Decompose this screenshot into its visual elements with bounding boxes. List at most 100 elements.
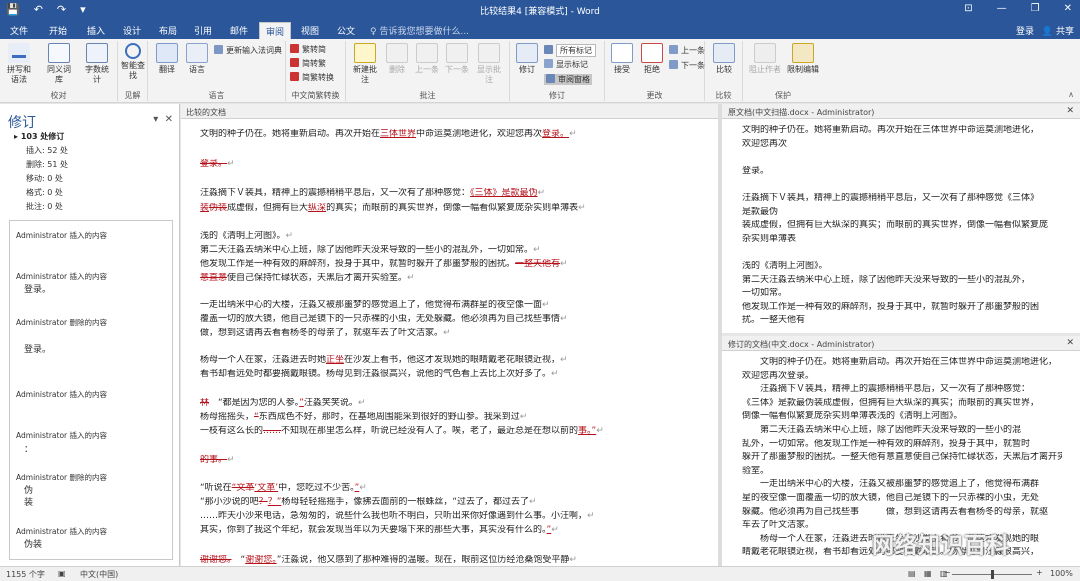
read-mode-icon[interactable]: ▤ (908, 569, 916, 578)
document-line[interactable]: 验室。 (742, 466, 1062, 477)
tab-file[interactable]: 文件 (10, 24, 28, 37)
tab-mailings[interactable]: 邮件 (230, 24, 248, 37)
revised-doc-close-icon[interactable]: ✕ (1066, 338, 1074, 348)
update-ime-dictionary-button[interactable]: 更新输入法词典 (214, 45, 282, 56)
minimize-icon[interactable]: — (997, 3, 1007, 14)
language-button[interactable]: 语言 (182, 43, 212, 75)
revision-entry[interactable]: Administrator 插入的内容 登录。 (16, 271, 107, 295)
document-line[interactable]: 星的夜空像一面覆盖一切的放大镜，他自己是镜下的一只赤裸的小虫，无处 (742, 493, 1062, 504)
document-line[interactable]: 扰。一整天他有 (742, 315, 1062, 326)
document-line[interactable]: “听说在“文革‘文革’中，您吃过不少苦。”↵ (200, 483, 705, 494)
document-line[interactable]: 的事。↵ (200, 455, 705, 466)
previous-change-button[interactable]: 上一条 (669, 45, 705, 56)
zoom-slider-thumb[interactable] (991, 570, 994, 579)
markup-dropdown[interactable]: 所有标记 (544, 44, 596, 57)
reject-button[interactable]: 拒绝 (637, 43, 667, 75)
document-line[interactable]: 文明的种子仍在。她将重新启动。再次开始在三体世界中命运莫测地进化，欢迎您再次登录… (200, 129, 705, 140)
tab-insert[interactable]: 插入 (87, 24, 105, 37)
revisions-list[interactable]: Administrator 插入的内容 Administrator 插入的内容登… (9, 220, 173, 560)
revision-entry[interactable]: Administrator 插入的内容 (16, 230, 107, 241)
pane-options-icon[interactable]: ▾ (153, 114, 158, 125)
ribbon-display-icon[interactable]: ⊡ (964, 3, 972, 14)
document-line[interactable]: 林 “都是因为您的人参。”汪淼笑笑说。↵ (200, 398, 705, 409)
revision-entry[interactable]: Administrator 插入的内容 (16, 389, 107, 400)
show-comments-button[interactable]: 显示批注 (474, 43, 504, 85)
document-line[interactable]: 意直意使自己保持忙碌状态，天黑后才离开实验室。↵ (200, 273, 705, 284)
document-line[interactable]: 登录。↵ (200, 159, 705, 170)
document-line[interactable]: 文明的种子仍在。她将重新启动。再次开始在三体世界中命运莫测地进化， (742, 357, 1062, 368)
trad-to-simp-button[interactable]: 繁转简 (290, 44, 326, 55)
revision-entry[interactable]: Administrator 插入的内容 伪装 (16, 526, 107, 550)
document-line[interactable]: 一切如常。 (742, 288, 1062, 299)
document-line[interactable]: 第二天汪淼去纳米中心上班，除了因他昨天没来导致的一些小的混乱外， (742, 275, 1062, 286)
pane-close-icon[interactable]: ✕ (165, 114, 173, 125)
document-line[interactable]: 是款最伪 (742, 207, 1062, 218)
print-layout-icon[interactable]: ▦ (924, 569, 932, 578)
track-changes-button[interactable]: 修订 (512, 43, 542, 75)
document-line[interactable]: 第二天汪淼去纳米中心上班，除了因他昨天没来导致的一些小的混乱外，一切如常。↵ (200, 245, 705, 256)
translate-button[interactable]: 翻译 (152, 43, 182, 75)
document-line[interactable]: 装成虚假，但拥有巨大纵深的真实；而眼前的真实世界，倒像一幅看似繁复庞 (742, 220, 1062, 231)
document-line[interactable]: 他发现工作是一种有效的麻醉剂，投身于其中，就暂时躲开了那噩梦般的困 (742, 302, 1062, 313)
document-line[interactable]: 杂实则单薄表 (742, 234, 1062, 245)
share-button[interactable]: 👤 共享 (1042, 24, 1074, 37)
word-count-button[interactable]: 字数统计 (82, 43, 112, 85)
document-line[interactable]: 杨母一个人在家，汪淼进去时她正坐在沙发上看书，他这才发现她的眼睛戴老花眼镜近视，… (200, 355, 705, 366)
login-link[interactable]: 登录 (1016, 24, 1034, 37)
revision-entry[interactable]: Administrator 删除的内容伪 (16, 472, 107, 496)
original-document[interactable]: 文明的种子仍在。她将重新启动。再次开始在三体世界中命运莫测地进化， 欢迎您再次 登录… (722, 119, 1080, 333)
revision-entry[interactable]: Administrator 插入的内容 ： (16, 430, 107, 455)
compared-document[interactable]: 文明的种子仍在。她将重新启动。再次开始在三体世界中命运莫测地进化，欢迎您再次登录… (181, 119, 718, 566)
document-line[interactable]: 其实，你到了我这个年纪，就会发现当年以为天要塌下来的那些大事，其实没有什么的。”… (200, 525, 705, 536)
revision-count[interactable]: ▸ 103 处修订 (14, 131, 64, 142)
collapse-ribbon-icon[interactable]: ∧ (1068, 90, 1074, 99)
document-line[interactable]: 浅的《清明上河图》。↵ (200, 231, 705, 242)
simp-to-trad-button[interactable]: 简转繁 (290, 58, 326, 69)
delete-comment-button[interactable]: 删除 (382, 43, 412, 75)
restrict-editing-button[interactable]: 限制编辑 (785, 43, 821, 75)
smart-lookup-button[interactable]: 智能查找 (118, 43, 148, 81)
document-line[interactable]: 文明的种子仍在。她将重新启动。再次开始在三体世界中命运莫测地进化， (742, 125, 1062, 136)
proofing-status-icon[interactable]: ▣ (58, 569, 66, 578)
document-line[interactable]: 装伪装成虚假，但拥有巨大纵深的真实；而眼前的真实世界，倒像一幅看似繁复庞杂实则单… (200, 203, 705, 214)
document-line[interactable]: 第二天汪淼去纳米中心上班，除了因他昨天没来导致的一些小的混 (742, 425, 1062, 436)
tab-layout[interactable]: 布局 (159, 24, 177, 37)
next-change-button[interactable]: 下一条 (669, 60, 705, 71)
document-line[interactable]: 汪淼摘下Ｖ装具，精神上的震撼稍稍平息后，又一次有了那种感觉《三体》 (742, 193, 1062, 204)
tab-review[interactable]: 审阅 (259, 22, 292, 39)
document-line[interactable]: 躲藏。他必须再为自己找些事 做，想到这请再去看看杨冬的母亲，就驱 (742, 507, 1062, 518)
document-line[interactable]: 欢迎您再次 (742, 139, 1062, 150)
thesaurus-button[interactable]: 同义词库 (44, 43, 74, 85)
document-line[interactable]: 覆盖一切的放大镜，他自己是镜下的一只赤裸的小虫，无处躲藏。他必须再为自己找些事情… (200, 314, 705, 325)
previous-comment-button[interactable]: 上一条 (412, 43, 442, 75)
tab-home[interactable]: 开始 (49, 24, 67, 37)
document-line[interactable]: 躲开了那噩梦般的困扰。一整天他有意直意使自己保持忙碌状态，天黑后才离开实 (742, 452, 1062, 463)
document-line[interactable]: 他发现工作是一种有效的麻醉剂，投身于其中，就暂时躲开了那噩梦般的困扰。一整天他有… (200, 259, 705, 270)
zoom-level[interactable]: 100% (1050, 569, 1073, 578)
revision-entry[interactable]: Administrator 删除的内容 登录。 (16, 317, 107, 355)
compare-button[interactable]: 比较 (709, 43, 739, 75)
next-comment-button[interactable]: 下一条 (442, 43, 472, 75)
tell-me-search[interactable]: ♀ 告诉我您想要做什么... (370, 24, 469, 37)
document-line[interactable]: 乱外，一切如常。他发现工作是一种有效的麻醉剂，投身于其中，就暂时 (742, 439, 1062, 450)
document-line[interactable]: ……昨天小沙来电话，急匆匆的，说些什么我也听不明白，只听出来你好像遇到什么事。小… (200, 511, 705, 522)
document-line[interactable]: 《三体》是款最伪装成虚假，但拥有巨大纵深的真实；而眼前的真实世界， (742, 398, 1062, 409)
document-line[interactable]: 做，想到这请再去看看杨冬的母亲了，就驱车去了叶文洁家。↵ (200, 328, 705, 339)
restore-icon[interactable]: ❐ (1031, 3, 1040, 14)
show-markup-button[interactable]: 显示标记 (544, 59, 588, 70)
tab-references[interactable]: 引用 (194, 24, 212, 37)
word-count-status[interactable]: 1155 个字 (6, 569, 45, 580)
document-line[interactable]: 汪淼摘下Ｖ装具，精神上的震撼稍稍平息后，又一次有了那种感觉： (742, 384, 1062, 395)
document-line[interactable]: 谢谢您。 “谢谢您。”汪淼说，他又感到了那种难得的温暖。现在，眼前这位历经沧桑饱… (200, 555, 705, 566)
block-authors-button[interactable]: 阻止作者 (747, 43, 783, 75)
document-line[interactable]: 倒像一幅看似繁复庞杂实则单薄表浅的《清明上河图》。 (742, 411, 1062, 422)
accept-button[interactable]: 接受 (607, 43, 637, 75)
close-icon[interactable]: ✕ (1064, 3, 1072, 14)
spelling-grammar-button[interactable]: 拼写和语法 (4, 43, 34, 85)
document-line[interactable]: 欢迎您再次登录。 (742, 371, 1062, 382)
conversion-button[interactable]: 简繁转换 (290, 72, 334, 83)
tab-official-doc[interactable]: 公文 (337, 24, 355, 37)
document-line[interactable]: 一枝有这么长的……不知现在那里怎么样，听说已经没有人了。唉，老了，最近总是在想以… (200, 426, 705, 437)
document-line[interactable]: 一走出纳米中心的大楼，汪淼又被那噩梦的感觉追上了，他觉得布满群 (742, 479, 1062, 490)
document-line[interactable]: 浅的《清明上河图》。 (742, 261, 1062, 272)
